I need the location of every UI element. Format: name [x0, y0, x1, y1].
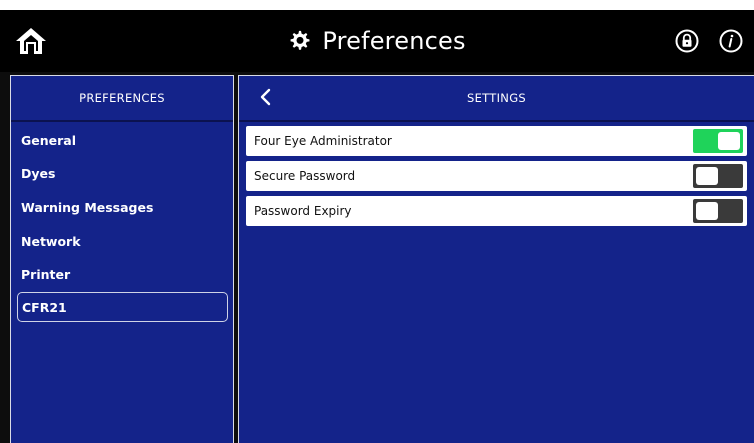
sidebar-header: PREFERENCES	[11, 76, 233, 122]
sidebar-heading: PREFERENCES	[79, 91, 165, 105]
lock-button[interactable]	[675, 29, 699, 53]
sidebar-item-label: Network	[21, 233, 81, 249]
sidebar-item-label: Printer	[21, 266, 71, 282]
setting-label: Password Expiry	[254, 204, 352, 218]
home-icon	[16, 28, 46, 54]
sidebar-item-cfr21[interactable]: CFR21	[17, 292, 228, 322]
sidebar-item-general[interactable]: General	[17, 125, 228, 155]
sidebar-item-printer[interactable]: Printer	[17, 259, 228, 289]
title-area: Preferences	[0, 10, 754, 72]
sidebar-item-dyes[interactable]: Dyes	[17, 158, 228, 188]
gear-icon	[290, 30, 310, 50]
sidebar-item-label: CFR21	[22, 299, 67, 315]
settings-heading: SETTINGS	[466, 91, 527, 105]
screen: Preferences PREFERENCES General Dyes War…	[0, 0, 754, 443]
setting-row-secure-password: Secure Password	[246, 161, 747, 191]
content-area: PREFERENCES General Dyes Warning Message…	[0, 72, 754, 443]
four-eye-administrator-toggle[interactable]	[693, 129, 743, 153]
chevron-left-icon	[260, 88, 271, 106]
page-title: Preferences	[322, 27, 466, 55]
toggle-knob	[696, 202, 718, 220]
toggle-knob	[696, 167, 718, 185]
sidebar-item-network[interactable]: Network	[17, 226, 228, 256]
top-edge	[0, 0, 754, 10]
back-button[interactable]	[257, 87, 275, 107]
settings-panel: SETTINGS Four Eye Administrator Secure P…	[238, 75, 754, 443]
sidebar-item-label: Warning Messages	[21, 199, 154, 215]
sidebar-item-warning-messages[interactable]: Warning Messages	[17, 192, 228, 222]
header-bar: Preferences	[0, 10, 754, 72]
password-expiry-toggle[interactable]	[693, 199, 743, 223]
setting-row-password-expiry: Password Expiry	[246, 196, 747, 226]
setting-row-four-eye-administrator: Four Eye Administrator	[246, 126, 747, 156]
info-icon	[719, 29, 743, 53]
toggle-knob	[718, 132, 740, 150]
secure-password-toggle[interactable]	[693, 164, 743, 188]
sidebar: PREFERENCES General Dyes Warning Message…	[10, 75, 234, 443]
setting-label: Secure Password	[254, 169, 356, 183]
lock-icon	[675, 29, 699, 53]
info-button[interactable]	[719, 29, 743, 53]
settings-header: SETTINGS	[239, 76, 754, 122]
home-button[interactable]	[14, 26, 48, 56]
sidebar-item-label: General	[21, 132, 76, 148]
setting-label: Four Eye Administrator	[254, 134, 392, 148]
sidebar-item-label: Dyes	[21, 165, 56, 181]
